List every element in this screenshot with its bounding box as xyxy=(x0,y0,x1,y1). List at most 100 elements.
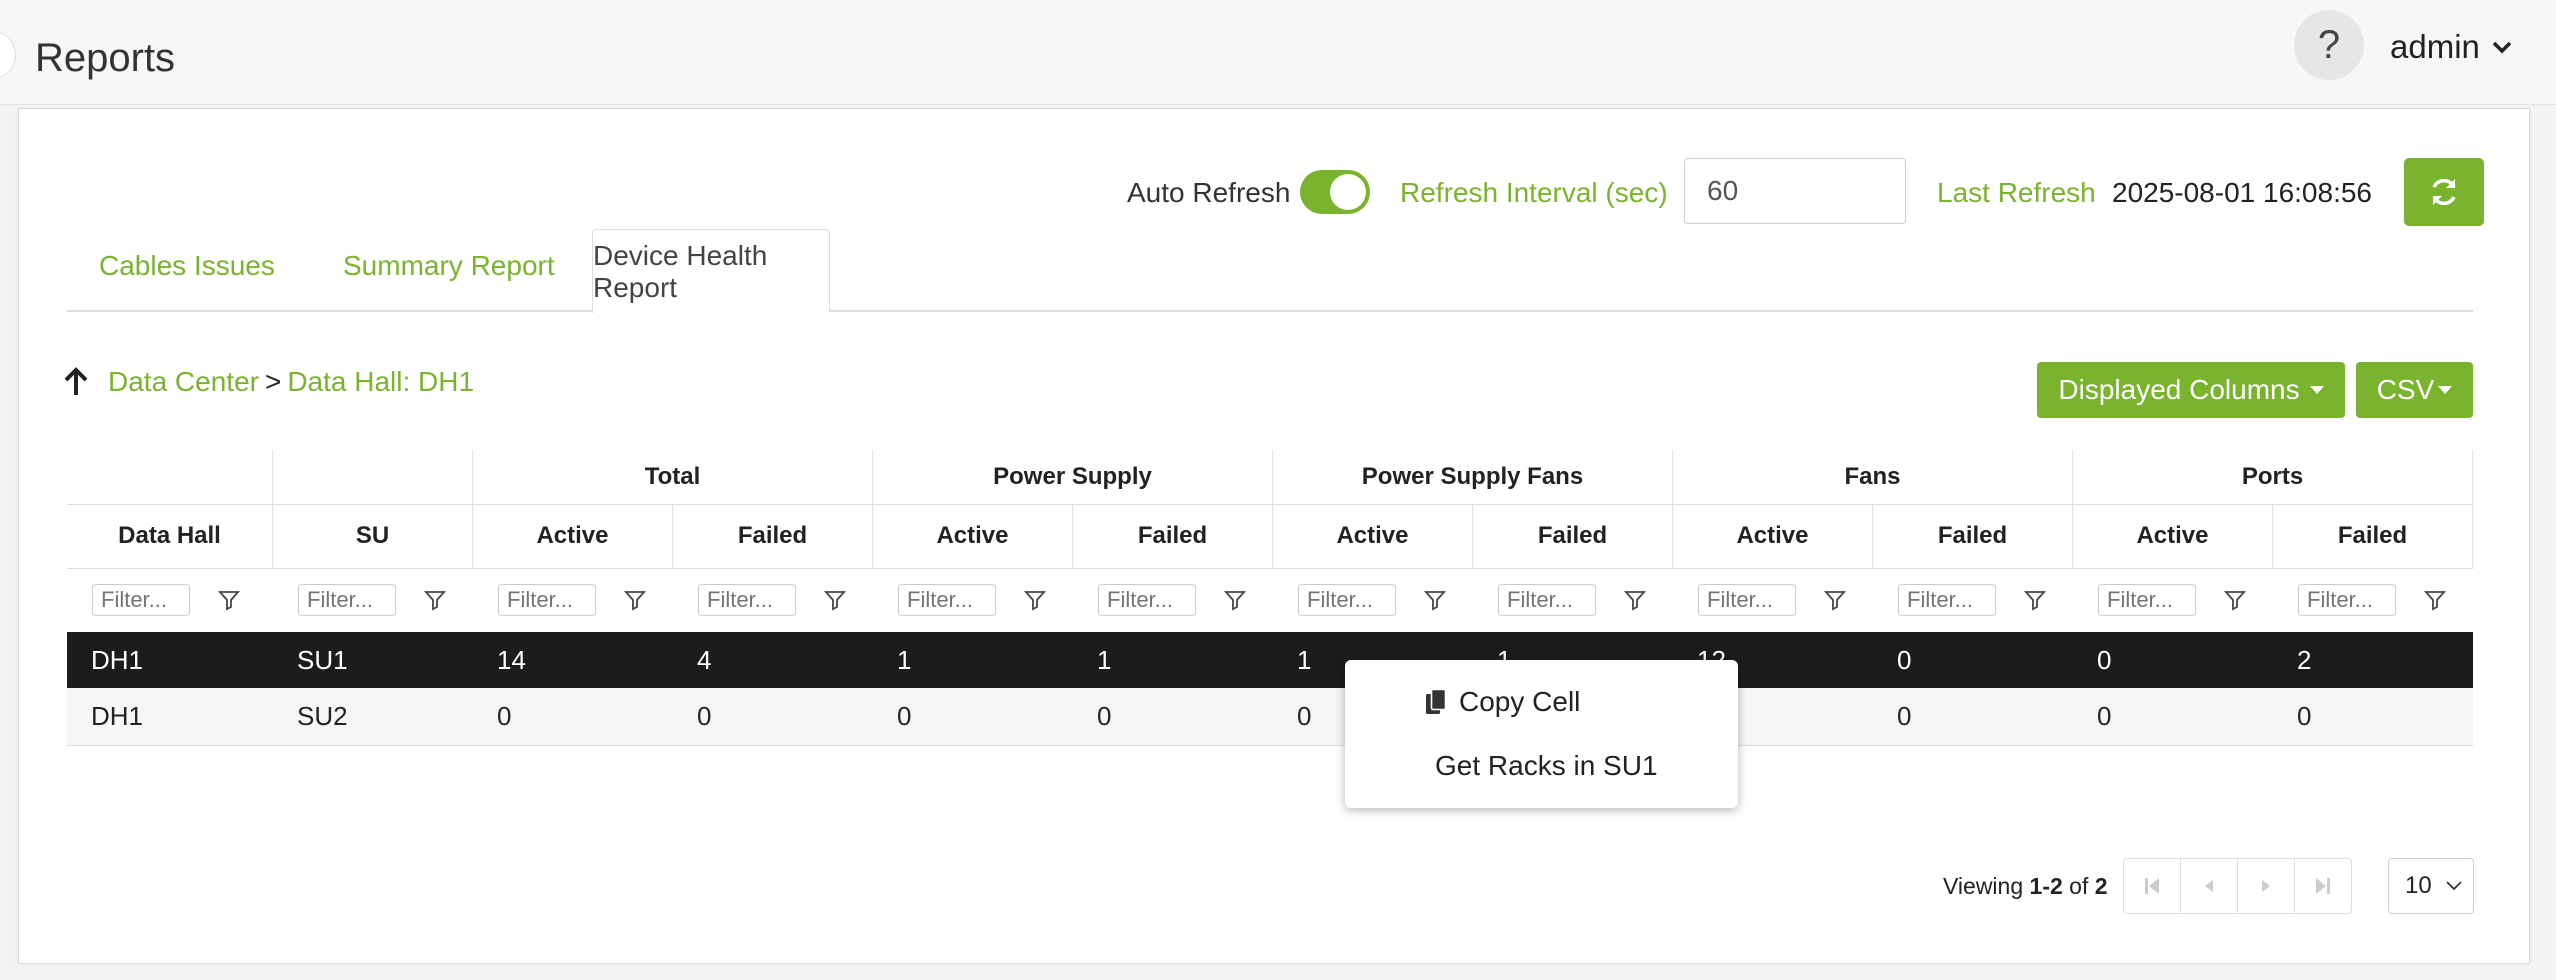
filter-icon[interactable] xyxy=(218,589,240,611)
col-header-ports-active[interactable]: Active xyxy=(2073,504,2273,568)
filter-cell xyxy=(273,568,473,632)
filter-input[interactable] xyxy=(2298,584,2396,616)
table-cell[interactable]: 2 xyxy=(2273,632,2473,688)
filter-input[interactable] xyxy=(498,584,596,616)
col-header-total-active[interactable]: Active xyxy=(473,504,673,568)
table-cell[interactable]: 0 xyxy=(2073,688,2273,745)
table-cell[interactable]: 0 xyxy=(1873,632,2073,688)
filter-input[interactable] xyxy=(1498,584,1596,616)
col-header-psf-failed[interactable]: Failed xyxy=(1473,504,1673,568)
displayed-columns-button[interactable]: Displayed Columns xyxy=(2037,362,2345,418)
auto-refresh-label: Auto Refresh xyxy=(1127,177,1291,208)
table-cell[interactable]: 4 xyxy=(673,632,873,688)
table-cell[interactable]: 14 xyxy=(473,632,673,688)
next-page-button[interactable] xyxy=(2237,858,2295,914)
filter-icon[interactable] xyxy=(2024,589,2046,611)
breadcrumb-data-hall[interactable]: Data Hall: DH1 xyxy=(287,366,474,398)
col-header-data-hall[interactable]: Data Hall xyxy=(67,504,273,568)
col-header-total-failed[interactable]: Failed xyxy=(673,504,873,568)
filter-input[interactable] xyxy=(92,584,190,616)
table-cell[interactable]: 0 xyxy=(2073,632,2273,688)
copy-cell-menu-item[interactable]: Copy Cell xyxy=(1425,686,1580,718)
filter-icon[interactable] xyxy=(2224,589,2246,611)
filter-icon[interactable] xyxy=(1424,589,1446,611)
filter-input[interactable] xyxy=(2098,584,2196,616)
filter-icon[interactable] xyxy=(424,589,446,611)
csv-button[interactable]: CSV xyxy=(2356,362,2473,418)
refresh-interval-label: Refresh Interval (sec) xyxy=(1400,177,1668,208)
help-button[interactable]: ? xyxy=(2294,10,2364,80)
table-cell[interactable]: 1 xyxy=(1073,632,1273,688)
col-header-fans-failed[interactable]: Failed xyxy=(1873,504,2073,568)
csv-label: CSV xyxy=(2376,374,2435,405)
last-page-button[interactable] xyxy=(2294,858,2352,914)
breadcrumb-data-center[interactable]: Data Center xyxy=(108,366,259,398)
table-cell[interactable]: 0 xyxy=(2273,688,2473,745)
filter-icon[interactable] xyxy=(1024,589,1046,611)
filter-icon[interactable] xyxy=(1824,589,1846,611)
filter-cell xyxy=(1673,568,1873,632)
filter-icon[interactable] xyxy=(624,589,646,611)
tab-device-health-report[interactable]: Device Health Report xyxy=(592,229,830,313)
col-header-ports-failed[interactable]: Failed xyxy=(2273,504,2473,568)
table-cell[interactable]: 0 xyxy=(1073,688,1273,745)
col-header-ps-failed[interactable]: Failed xyxy=(1073,504,1273,568)
filter-icon[interactable] xyxy=(1624,589,1646,611)
user-menu[interactable]: admin xyxy=(2390,28,2512,66)
first-page-button[interactable] xyxy=(2123,858,2181,914)
col-header-fans-active[interactable]: Active xyxy=(1673,504,1873,568)
refresh-button[interactable] xyxy=(2404,158,2484,226)
auto-refresh-toggle[interactable] xyxy=(1300,170,1370,214)
filter-input[interactable] xyxy=(898,584,996,616)
table-cell[interactable]: DH1 xyxy=(67,688,273,745)
table-cell[interactable]: 0 xyxy=(1873,688,2073,745)
table-cell[interactable]: 0 xyxy=(473,688,673,745)
get-racks-menu-item[interactable]: Get Racks in SU1 xyxy=(1435,750,1658,782)
table-row[interactable]: DH1 SU1 14 4 1 1 1 1 12 0 0 2 xyxy=(67,632,2473,688)
filter-input[interactable] xyxy=(1898,584,1996,616)
table-cell[interactable]: DH1 xyxy=(67,632,273,688)
filter-cell xyxy=(873,568,1073,632)
tab-summary-report[interactable]: Summary Report xyxy=(343,250,555,282)
sidebar-toggle[interactable] xyxy=(0,32,16,78)
col-header-psf-active[interactable]: Active xyxy=(1273,504,1473,568)
table-cell[interactable]: SU1 xyxy=(273,632,473,688)
col-header-ps-active[interactable]: Active xyxy=(873,504,1073,568)
chevron-down-icon xyxy=(2446,881,2462,891)
pagination-summary: Viewing 1-2 of 2 xyxy=(1943,873,2108,900)
filter-icon[interactable] xyxy=(824,589,846,611)
tab-cables-issues[interactable]: Cables Issues xyxy=(99,250,275,282)
previous-page-button[interactable] xyxy=(2180,858,2238,914)
breadcrumb-separator: > xyxy=(264,366,282,397)
column-header-row: Data Hall SU Active Failed Active Failed… xyxy=(67,504,2473,569)
filter-input[interactable] xyxy=(1098,584,1196,616)
filter-input[interactable] xyxy=(298,584,396,616)
page-size-value: 10 xyxy=(2405,872,2432,899)
page-size-select[interactable]: 10 xyxy=(2388,858,2474,914)
refresh-interval-input[interactable] xyxy=(1684,158,1906,224)
table-cell[interactable]: 0 xyxy=(873,688,1073,745)
group-header-fans: Fans xyxy=(1673,450,2073,504)
arrow-up-icon[interactable] xyxy=(62,367,90,397)
filter-icon[interactable] xyxy=(1224,589,1246,611)
page-title: Reports xyxy=(35,36,176,80)
group-header xyxy=(273,450,473,504)
filter-input[interactable] xyxy=(1298,584,1396,616)
col-header-su[interactable]: SU xyxy=(273,504,473,568)
viewing-of: of xyxy=(2069,873,2089,899)
filter-cell xyxy=(2273,568,2473,632)
table-row[interactable]: DH1 SU2 0 0 0 0 0 0 0 0 xyxy=(67,688,2473,746)
table-cell[interactable]: SU2 xyxy=(273,688,473,745)
first-page-icon xyxy=(2145,878,2159,894)
refresh-icon xyxy=(2432,178,2456,206)
filter-input[interactable] xyxy=(1698,584,1796,616)
table-cell[interactable]: 0 xyxy=(673,688,873,745)
filter-cell xyxy=(67,568,273,632)
user-name: admin xyxy=(2390,28,2480,65)
filter-icon[interactable] xyxy=(2424,589,2446,611)
group-header-power-supply: Power Supply xyxy=(873,450,1273,504)
filter-input[interactable] xyxy=(698,584,796,616)
group-header-row: Total Power Supply Power Supply Fans Fan… xyxy=(67,450,2473,505)
table-cell[interactable]: 1 xyxy=(873,632,1073,688)
viewing-prefix: Viewing xyxy=(1943,873,2024,899)
